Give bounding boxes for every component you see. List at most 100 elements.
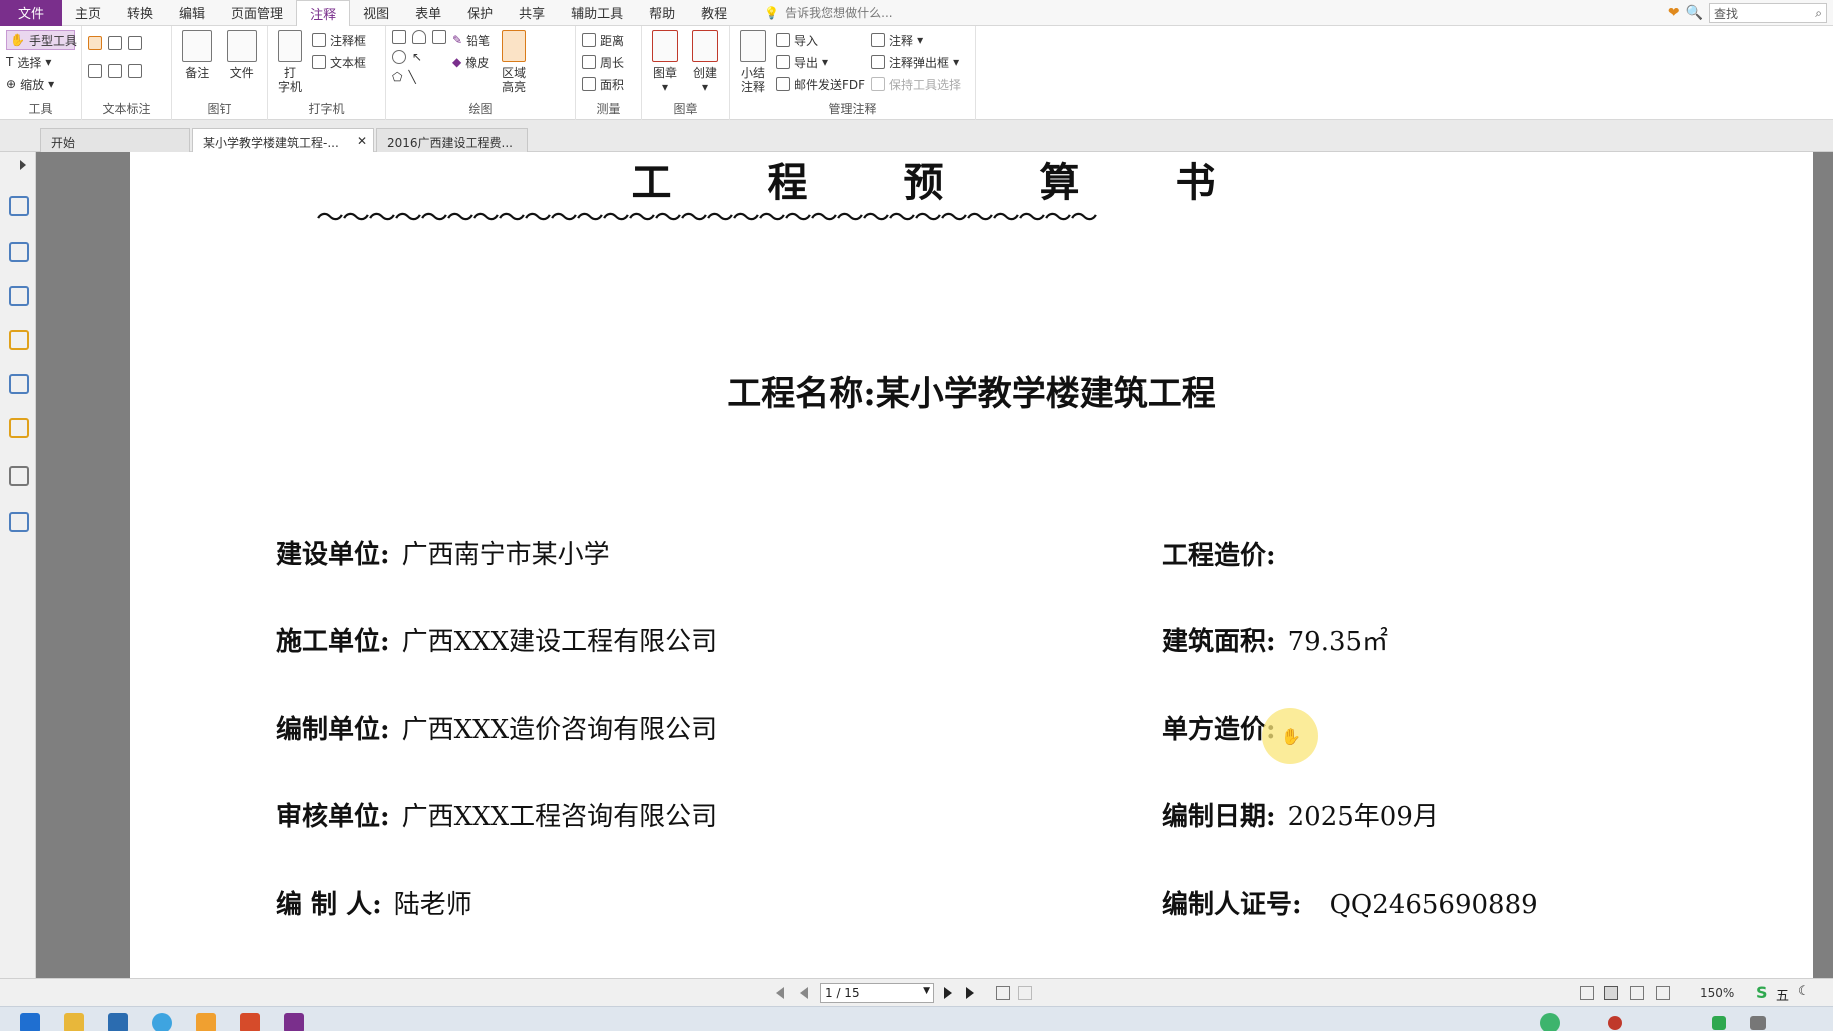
group-text-markup: 文本标注	[82, 26, 172, 120]
zoom-level[interactable]: 150%	[1700, 986, 1734, 1000]
underline-text-icon[interactable]	[108, 36, 122, 50]
highlight-text-icon[interactable]	[88, 36, 102, 50]
signature-icon[interactable]	[9, 512, 29, 532]
line-icon[interactable]: ╲	[408, 70, 415, 84]
menu-file[interactable]: 文件	[0, 0, 62, 26]
single-page-view-icon[interactable]	[1580, 986, 1594, 1000]
area-highlight-button[interactable]: 区域 高亮	[496, 30, 532, 94]
popup-note-button[interactable]: 注释弹出框 ▾	[871, 52, 961, 72]
strikeout-text-icon[interactable]	[128, 36, 142, 50]
menu-bar: 文件 主页 转换 编辑 页面管理 注释 视图 表单 保护 共享 辅助工具 帮助 …	[0, 0, 1833, 27]
rectangle-icon[interactable]	[392, 30, 406, 44]
email-fdf-button[interactable]: 邮件发送FDF	[776, 74, 865, 94]
zoom-tool-button[interactable]: ⊕ 缩放 ▾	[6, 74, 75, 94]
summarize-comments-button[interactable]: 小结 注释	[736, 30, 770, 94]
keep-tool-checkbox[interactable]: 保持工具选择	[871, 74, 961, 94]
tray-display-icon[interactable]	[1750, 1016, 1766, 1030]
menu-page-manage[interactable]: 页面管理	[218, 0, 296, 26]
polygon-icon[interactable]: ⬠	[392, 70, 402, 84]
typewriter-button[interactable]: 打字机	[274, 30, 306, 94]
tray-wechat-icon[interactable]	[1540, 1013, 1560, 1031]
menu-view[interactable]: 视图	[350, 0, 402, 26]
menu-convert[interactable]: 转换	[114, 0, 166, 26]
menu-accessibility[interactable]: 辅助工具	[558, 0, 636, 26]
area-highlight-icon	[502, 30, 527, 62]
oval-icon[interactable]	[392, 50, 406, 64]
pages-icon[interactable]	[9, 242, 29, 262]
squiggly-text-icon[interactable]	[88, 64, 102, 78]
rotate-view-alt-icon[interactable]	[1018, 986, 1032, 1000]
close-icon[interactable]: ✕	[357, 134, 367, 148]
distance-button[interactable]: 距离	[582, 30, 635, 50]
tab-start[interactable]: 开始	[40, 128, 190, 152]
page-number-input[interactable]: 1 / 15 ▼	[820, 983, 934, 1003]
menu-share[interactable]: 共享	[506, 0, 558, 26]
search-input[interactable]: 查找 ⌕	[1709, 3, 1827, 23]
continuous-view-icon[interactable]	[1604, 986, 1618, 1000]
powerpoint-icon[interactable]	[240, 1013, 260, 1031]
hand-tool-button[interactable]: ✋ 手型工具	[6, 30, 77, 50]
layers-icon[interactable]	[9, 286, 29, 306]
moon-icon[interactable]: ☾	[1798, 984, 1810, 999]
document-viewport[interactable]: 工程预算书 ～～～～～～～～～～～～～～～～～～～～～～～～～～～～～～ 工程名…	[36, 152, 1833, 978]
ime-logo-icon[interactable]: S	[1756, 983, 1768, 1002]
comments-icon[interactable]	[9, 330, 29, 350]
bookmark-icon[interactable]	[9, 196, 29, 216]
app-icon-orange[interactable]	[196, 1013, 216, 1031]
pencil-button[interactable]: ✎ 铅笔	[452, 30, 490, 50]
menu-protect[interactable]: 保护	[454, 0, 506, 26]
area-button[interactable]: 面积	[582, 74, 635, 94]
prev-page-icon[interactable]	[800, 987, 808, 999]
lock-icon[interactable]	[9, 418, 29, 438]
browser-icon[interactable]	[152, 1013, 172, 1031]
comment-list-button[interactable]: 注释 ▾	[871, 30, 961, 50]
export-button[interactable]: 导出 ▾	[776, 52, 865, 72]
textbox-button[interactable]: 文本框	[312, 52, 366, 72]
arrow-icon[interactable]: ↖	[412, 50, 422, 64]
stamp-button[interactable]: 图章 ▾	[648, 30, 682, 94]
create-stamp-button[interactable]: 创建 ▾	[688, 30, 722, 94]
find-icon[interactable]: 🔍	[1686, 5, 1703, 21]
expand-arrow-icon[interactable]	[20, 160, 26, 170]
select-tool-button[interactable]: T 选择 ▾	[6, 52, 75, 72]
polyline-icon[interactable]	[432, 30, 446, 44]
first-page-icon[interactable]	[776, 987, 784, 999]
note-button[interactable]: 备注	[178, 30, 217, 80]
tray-ime-icon[interactable]	[1712, 1016, 1726, 1030]
windows-start-icon[interactable]	[20, 1013, 40, 1031]
menu-edit[interactable]: 编辑	[166, 0, 218, 26]
attachment-icon[interactable]	[9, 374, 29, 394]
app-icon-blue[interactable]	[108, 1013, 128, 1031]
content-icon[interactable]	[9, 466, 29, 486]
menu-tutorial[interactable]: 教程	[688, 0, 740, 26]
file-explorer-icon[interactable]	[64, 1013, 84, 1031]
menu-form[interactable]: 表单	[402, 0, 454, 26]
eraser-button[interactable]: ◆ 橡皮	[452, 52, 490, 72]
tell-me-box[interactable]: 💡 告诉我您想做什么...	[764, 4, 892, 21]
continuous-facing-view-icon[interactable]	[1656, 986, 1670, 1000]
menu-home[interactable]: 主页	[62, 0, 114, 26]
import-button[interactable]: 导入	[776, 30, 865, 50]
rotate-view-icon[interactable]	[996, 986, 1010, 1000]
last-page-icon[interactable]	[966, 987, 974, 999]
cloud-icon[interactable]	[412, 30, 426, 44]
file-attach-button[interactable]: 文件	[223, 30, 262, 80]
search-icon[interactable]: ⌕	[1815, 6, 1822, 21]
tab-budget-document[interactable]: 某小学教学楼建筑工程-... ✕	[192, 128, 374, 153]
tab-fee-document[interactable]: 2016广西建设工程费...	[376, 128, 528, 152]
group-label-tools: 工具	[28, 102, 53, 116]
replace-text-icon[interactable]	[108, 64, 122, 78]
perimeter-button[interactable]: 周长	[582, 52, 635, 72]
next-page-icon[interactable]	[944, 987, 952, 999]
pdf-reader-icon[interactable]	[284, 1013, 304, 1031]
insert-text-icon[interactable]	[128, 64, 142, 78]
tray-record-icon[interactable]	[1608, 1016, 1622, 1030]
field-contractor: 施工单位: 广西XXX建设工程有限公司	[276, 627, 718, 657]
facing-view-icon[interactable]	[1630, 986, 1644, 1000]
menu-comment[interactable]: 注释	[296, 0, 351, 27]
callout-button[interactable]: 注释框	[312, 30, 366, 50]
chevron-down-icon[interactable]: ▼	[923, 986, 930, 996]
heart-icon[interactable]: ❤	[1668, 5, 1680, 21]
ime-mode[interactable]: 五	[1776, 985, 1789, 1004]
menu-help[interactable]: 帮助	[636, 0, 688, 26]
